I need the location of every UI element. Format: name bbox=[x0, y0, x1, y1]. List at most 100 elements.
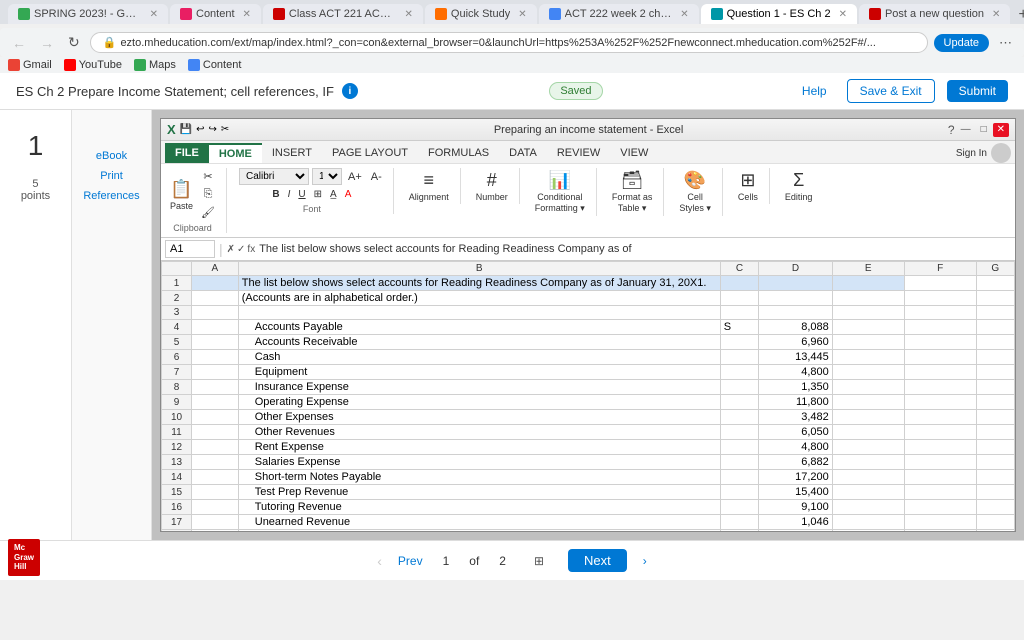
ribbon-tab-insert[interactable]: INSERT bbox=[262, 143, 322, 163]
cell-d13[interactable]: 6,882 bbox=[759, 455, 833, 470]
cell-f2[interactable] bbox=[904, 291, 976, 306]
cancel-formula-button[interactable]: ✗ bbox=[227, 244, 235, 255]
prev-button[interactable]: ‹ bbox=[377, 553, 382, 569]
cell-e4[interactable] bbox=[832, 320, 904, 335]
minimize-button[interactable]: — bbox=[957, 123, 975, 137]
cell-e13[interactable] bbox=[832, 455, 904, 470]
cell-c6[interactable] bbox=[720, 350, 758, 365]
save-exit-button[interactable]: Save & Exit bbox=[847, 79, 935, 103]
reload-button[interactable]: ↻ bbox=[64, 32, 84, 53]
row-header-7[interactable]: 7 bbox=[162, 365, 192, 380]
cell-d5[interactable]: 6,960 bbox=[759, 335, 833, 350]
cell-c1[interactable] bbox=[720, 276, 758, 291]
cell-b10[interactable]: Other Expenses bbox=[238, 410, 720, 425]
cell-d3[interactable] bbox=[759, 306, 833, 320]
cell-c7[interactable] bbox=[720, 365, 758, 380]
cell-d14[interactable]: 17,200 bbox=[759, 470, 833, 485]
bookmark-youtube[interactable]: YouTube bbox=[64, 59, 122, 71]
cell-f8[interactable] bbox=[904, 380, 976, 395]
cell-c17[interactable] bbox=[720, 515, 758, 530]
bookmark-content[interactable]: Content bbox=[188, 59, 242, 71]
cell-d9[interactable]: 11,800 bbox=[759, 395, 833, 410]
cell-a6[interactable] bbox=[192, 350, 239, 365]
cell-b13[interactable]: Salaries Expense bbox=[238, 455, 720, 470]
cell-g7[interactable] bbox=[976, 365, 1014, 380]
italic-button[interactable]: I bbox=[285, 187, 294, 202]
cell-e17[interactable] bbox=[832, 515, 904, 530]
row-header-16[interactable]: 16 bbox=[162, 500, 192, 515]
info-icon[interactable]: i bbox=[342, 83, 358, 99]
col-header-b[interactable]: B bbox=[238, 262, 720, 276]
cell-d1[interactable] bbox=[759, 276, 833, 291]
cell-e11[interactable] bbox=[832, 425, 904, 440]
cell-g15[interactable] bbox=[976, 485, 1014, 500]
cell-b9[interactable]: Operating Expense bbox=[238, 395, 720, 410]
cell-g14[interactable] bbox=[976, 470, 1014, 485]
cell-c13[interactable] bbox=[720, 455, 758, 470]
increase-font-button[interactable]: A+ bbox=[345, 169, 365, 185]
cell-f13[interactable] bbox=[904, 455, 976, 470]
cell-g5[interactable] bbox=[976, 335, 1014, 350]
cell-d11[interactable]: 6,050 bbox=[759, 425, 833, 440]
cell-e18[interactable] bbox=[832, 530, 904, 532]
submit-button[interactable]: Submit bbox=[947, 80, 1008, 102]
cell-d10[interactable]: 3,482 bbox=[759, 410, 833, 425]
cell-a3[interactable] bbox=[192, 306, 239, 320]
cell-f14[interactable] bbox=[904, 470, 976, 485]
cell-b4[interactable]: Accounts Payable bbox=[238, 320, 720, 335]
grid-view-icon[interactable]: ⊞ bbox=[534, 554, 544, 568]
ribbon-tab-pagelayout[interactable]: PAGE LAYOUT bbox=[322, 143, 418, 163]
cell-f4[interactable] bbox=[904, 320, 976, 335]
cell-b8[interactable]: Insurance Expense bbox=[238, 380, 720, 395]
cell-d6[interactable]: 13,445 bbox=[759, 350, 833, 365]
back-button[interactable]: ← bbox=[8, 33, 30, 53]
cell-e10[interactable] bbox=[832, 410, 904, 425]
cell-f6[interactable] bbox=[904, 350, 976, 365]
cell-a8[interactable] bbox=[192, 380, 239, 395]
sidebar-item-references[interactable]: References bbox=[83, 190, 139, 202]
browser-tab-tab5[interactable]: ACT 222 week 2 cha...✕ bbox=[539, 4, 699, 24]
conditional-formatting-button[interactable]: 📊ConditionalFormatting ▾ bbox=[532, 168, 588, 216]
cell-g1[interactable] bbox=[976, 276, 1014, 291]
cell-a18[interactable] bbox=[192, 530, 239, 532]
cell-f7[interactable] bbox=[904, 365, 976, 380]
extension-button[interactable]: ⋯ bbox=[995, 33, 1016, 53]
cell-f15[interactable] bbox=[904, 485, 976, 500]
font-select[interactable]: Calibri bbox=[239, 168, 309, 185]
cell-b16[interactable]: Tutoring Revenue bbox=[238, 500, 720, 515]
cell-c11[interactable] bbox=[720, 425, 758, 440]
cell-g2[interactable] bbox=[976, 291, 1014, 306]
ribbon-tab-review[interactable]: REVIEW bbox=[547, 143, 610, 163]
cell-e15[interactable] bbox=[832, 485, 904, 500]
format-table-button[interactable]: 🗃Format asTable ▾ bbox=[609, 168, 656, 216]
paste-button[interactable]: 📋Paste bbox=[167, 177, 196, 213]
cell-d4[interactable]: 8,088 bbox=[759, 320, 833, 335]
cell-b7[interactable]: Equipment bbox=[238, 365, 720, 380]
cell-f5[interactable] bbox=[904, 335, 976, 350]
row-header-9[interactable]: 9 bbox=[162, 395, 192, 410]
row-header-1[interactable]: 1 bbox=[162, 276, 192, 291]
cell-b2[interactable]: (Accounts are in alphabetical order.) bbox=[238, 291, 720, 306]
sidebar-item-ebook[interactable]: eBook bbox=[96, 150, 127, 162]
cell-g8[interactable] bbox=[976, 380, 1014, 395]
editing-button[interactable]: ΣEditing bbox=[782, 168, 816, 204]
sign-in-area[interactable]: Sign In bbox=[956, 143, 1011, 163]
alignment-button[interactable]: ≡Alignment bbox=[406, 168, 452, 204]
ribbon-tab-data[interactable]: DATA bbox=[499, 143, 547, 163]
formula-input[interactable] bbox=[259, 243, 1011, 255]
row-header-11[interactable]: 11 bbox=[162, 425, 192, 440]
excel-close-button[interactable]: ✕ bbox=[993, 123, 1009, 137]
cell-reference-input[interactable] bbox=[165, 240, 215, 258]
row-header-2[interactable]: 2 bbox=[162, 291, 192, 306]
cell-styles-button[interactable]: 🎨CellStyles ▾ bbox=[676, 168, 714, 216]
cell-a9[interactable] bbox=[192, 395, 239, 410]
browser-tab-tab4[interactable]: Quick Study✕ bbox=[425, 4, 537, 24]
cell-a14[interactable] bbox=[192, 470, 239, 485]
cell-d8[interactable]: 1,350 bbox=[759, 380, 833, 395]
cell-c4[interactable]: S bbox=[720, 320, 758, 335]
number-button[interactable]: #Number bbox=[473, 168, 511, 204]
cell-e5[interactable] bbox=[832, 335, 904, 350]
row-header-4[interactable]: 4 bbox=[162, 320, 192, 335]
row-header-3[interactable]: 3 bbox=[162, 306, 192, 320]
cell-c8[interactable] bbox=[720, 380, 758, 395]
